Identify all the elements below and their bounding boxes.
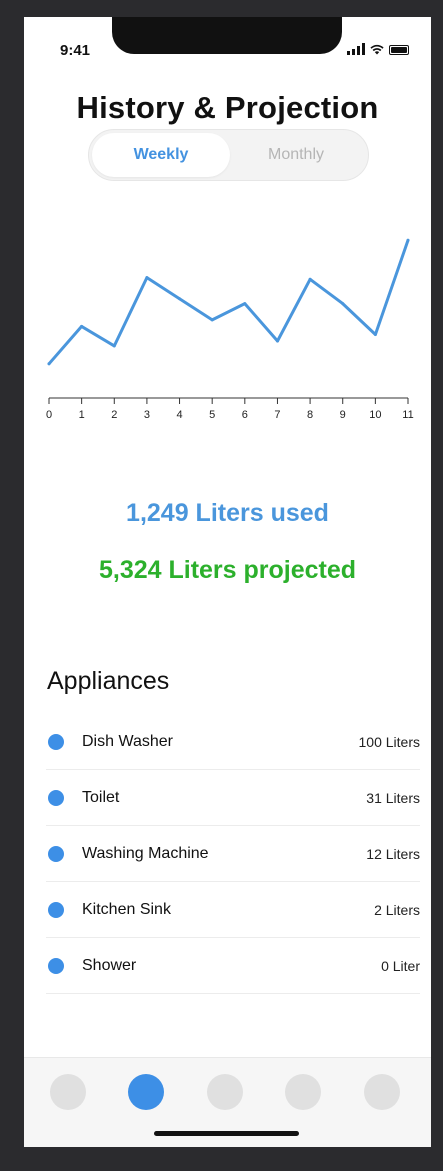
period-segmented-control: Weekly Monthly [88,129,369,181]
appliance-row-kitchen-sink[interactable]: Kitchen Sink 2 Liters [46,882,420,938]
x-tick-label: 6 [242,409,248,421]
data-point [145,276,149,280]
x-tick-label: 1 [79,409,85,421]
appliance-name: Washing Machine [82,844,209,862]
data-point [308,277,312,281]
appliance-name: Dish Washer [82,732,173,750]
x-tick-label: 8 [307,409,313,421]
x-tick-label: 2 [111,409,117,421]
data-point [210,318,214,322]
appliance-name: Kitchen Sink [82,900,171,918]
x-tick-label: 0 [46,409,52,421]
appliance-row-shower[interactable]: Shower 0 Liter [46,938,420,994]
tab-5[interactable] [364,1074,400,1110]
tab-4[interactable] [285,1074,321,1110]
cellular-signal-icon [347,43,365,55]
tab-3[interactable] [207,1074,243,1110]
appliance-amount: 0 Liter [381,957,420,974]
x-tick-label: 9 [340,409,346,421]
appliance-row-washing-machine[interactable]: Washing Machine 12 Liters [46,826,420,882]
liters-used-total: 1,249 Liters used [126,499,329,527]
segment-monthly[interactable]: Monthly [227,133,365,177]
appliance-amount: 12 Liters [366,845,420,862]
appliance-amount: 31 Liters [366,789,420,806]
page-title: History & Projection [76,90,379,125]
data-point [373,333,377,336]
appliance-dot-icon [48,733,64,750]
x-tick-label: 5 [209,409,215,421]
data-point [406,238,410,242]
appliance-dot-icon [48,845,64,862]
x-tick-label: 3 [144,409,150,421]
tab-1[interactable] [50,1074,86,1110]
data-point [178,297,182,301]
appliance-list: Dish Washer 100 Liters Toilet 31 Liters … [46,714,420,994]
appliance-row-toilet[interactable]: Toilet 31 Liters [46,770,420,826]
x-tick-label: 11 [402,409,413,421]
appliance-dot-icon [48,957,64,974]
liters-projected-total: 5,324 Liters projected [98,556,357,584]
tab-2-active[interactable] [128,1074,164,1110]
phone-screen: 9:41 History & Projection Weekly Monthly… [24,17,431,1147]
data-point [47,362,51,366]
appliance-name: Toilet [82,788,120,806]
x-tick-label: 4 [176,409,182,421]
device-notch [112,17,342,54]
segment-weekly[interactable]: Weekly [92,133,230,177]
data-point [275,339,279,343]
appliance-amount: 100 Liters [358,733,420,750]
series-line [47,238,410,366]
battery-icon [389,45,409,55]
appliance-dot-icon [48,789,64,806]
data-point [243,302,247,306]
status-icons [347,43,409,55]
usage-line-chart: 0 1 2 3 4 5 6 7 8 9 10 11 [46,238,414,421]
x-tick-label: 10 [369,409,381,421]
appliance-amount: 2 Liters [374,901,420,918]
home-indicator [154,1131,299,1136]
data-point [80,324,84,328]
data-point [341,302,345,306]
appliance-name: Shower [82,956,137,974]
appliances-heading: Appliances [47,667,170,695]
wifi-icon [370,44,384,55]
data-point [112,344,116,348]
x-tick-label: 7 [274,409,280,421]
appliance-row-dish-washer[interactable]: Dish Washer 100 Liters [46,714,420,770]
appliance-dot-icon [48,901,64,918]
status-time: 9:41 [60,42,91,59]
